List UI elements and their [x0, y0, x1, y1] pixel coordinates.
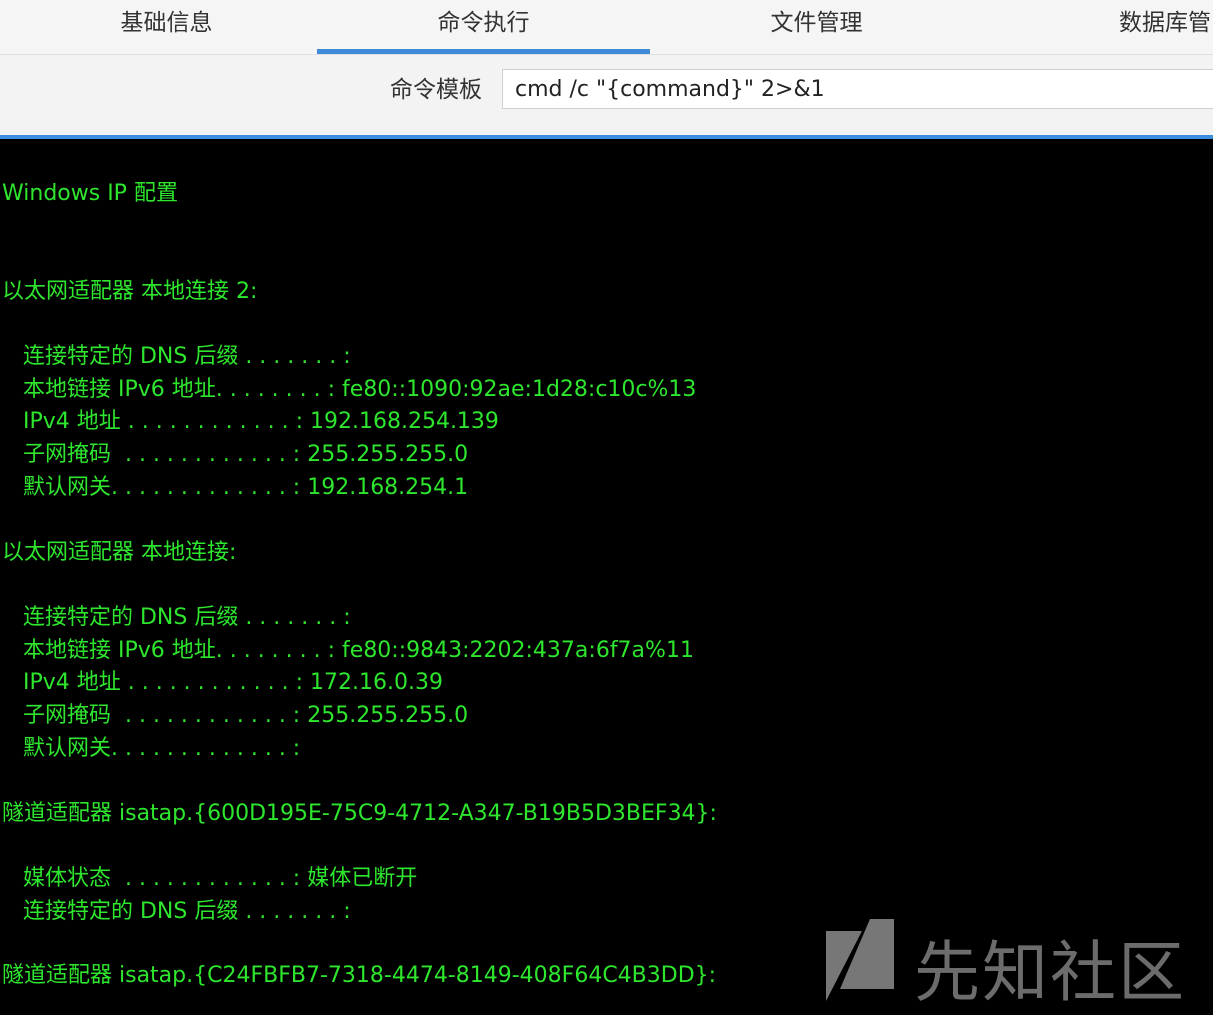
tab-label: 基础信息	[120, 10, 213, 36]
terminal-line: 本地链接 IPv6 地址. . . . . . . . : fe80::9843…	[2, 638, 694, 663]
tab-label: 命令执行	[437, 10, 530, 36]
terminal-line: 以太网适配器 本地连接:	[2, 540, 237, 565]
watermark: 先知社区	[822, 915, 1202, 1011]
terminal-line: Windows IP 配置	[2, 181, 178, 206]
tab-database[interactable]: 数据库管	[1119, 0, 1213, 54]
tab-label: 数据库管	[1119, 10, 1211, 36]
terminal-line: 默认网关. . . . . . . . . . . . . :	[2, 736, 301, 761]
xianzhi-logo-icon	[826, 919, 894, 1001]
active-tab-indicator	[317, 49, 650, 54]
tab-label: 文件管理	[770, 10, 863, 36]
terminal-line: 隧道适配器 isatap.{C24FBFB7-7318-4474-8149-40…	[2, 963, 717, 988]
tab-basic-info[interactable]: 基础信息	[0, 0, 333, 54]
tab-command-exec[interactable]: 命令执行	[317, 0, 650, 54]
terminal-line: 连接特定的 DNS 后缀 . . . . . . . :	[2, 899, 351, 924]
command-template-bar: 命令模板	[0, 55, 1213, 139]
tab-bar: 基础信息 命令执行 文件管理 数据库管	[0, 0, 1213, 55]
terminal-line: 连接特定的 DNS 后缀 . . . . . . . :	[2, 344, 351, 369]
template-label: 命令模板	[390, 77, 482, 103]
terminal-line: 隧道适配器 isatap.{600D195E-75C9-4712-A347-B1…	[2, 801, 717, 826]
terminal-line: 媒体状态 . . . . . . . . . . . . : 媒体已断开	[2, 866, 418, 891]
terminal-line: 默认网关. . . . . . . . . . . . . : 192.168.…	[2, 475, 469, 500]
watermark-text: 先知社区	[914, 934, 1186, 1011]
clipped-previous-line: . . , , ,	[60, 139, 360, 145]
terminal-output[interactable]: . . , , , Windows IP 配置 以太网适配器 本地连接 2: 连…	[0, 139, 1213, 1010]
template-input[interactable]	[502, 69, 1213, 109]
terminal-line: 连接特定的 DNS 后缀 . . . . . . . :	[2, 605, 351, 630]
terminal-line: 子网掩码 . . . . . . . . . . . . : 255.255.2…	[2, 442, 469, 467]
terminal-line: IPv4 地址 . . . . . . . . . . . . : 172.16…	[2, 670, 443, 695]
terminal-line: IPv4 地址 . . . . . . . . . . . . : 192.16…	[2, 409, 499, 434]
terminal-line: 子网掩码 . . . . . . . . . . . . : 255.255.2…	[2, 703, 469, 728]
tab-file-manager[interactable]: 文件管理	[650, 0, 983, 54]
terminal-line: 以太网适配器 本地连接 2:	[2, 279, 258, 304]
terminal-line: 本地链接 IPv6 地址. . . . . . . . : fe80::1090…	[2, 377, 697, 402]
